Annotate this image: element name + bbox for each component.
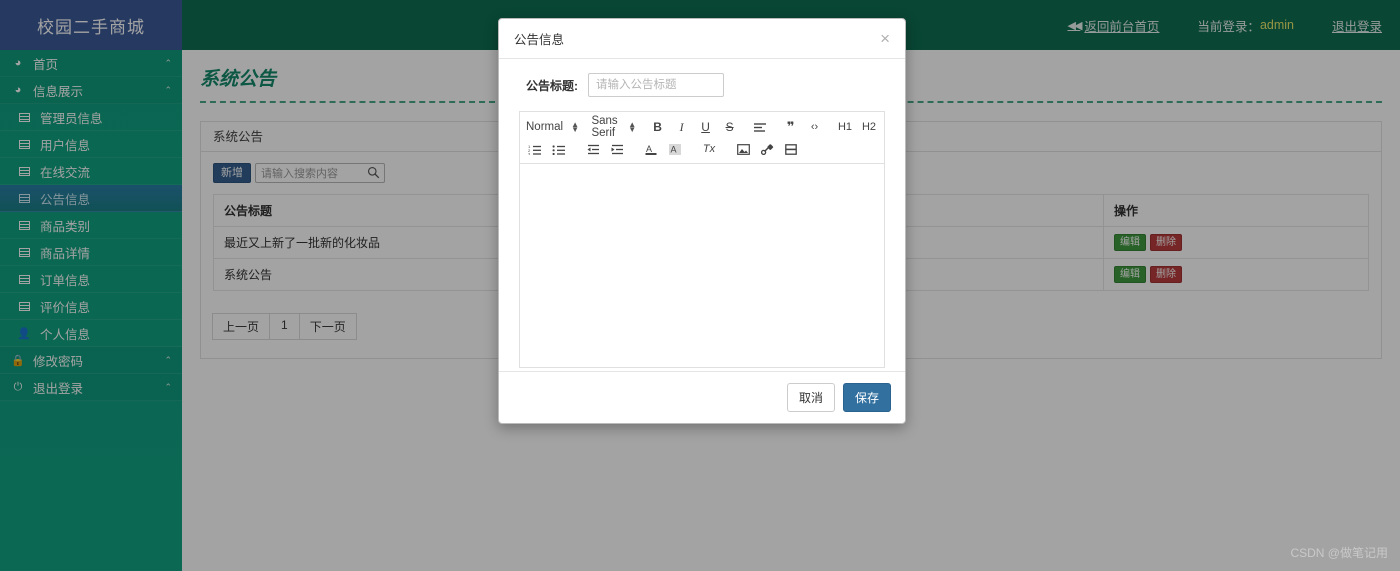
bullet-list-icon[interactable]	[548, 140, 570, 158]
align-icon[interactable]	[749, 118, 771, 136]
text-color-icon[interactable]: A	[640, 140, 662, 158]
indent-icon[interactable]	[606, 140, 628, 158]
announcement-title-label: 公告标题:	[526, 78, 578, 93]
save-button[interactable]: 保存	[842, 383, 891, 412]
outdent-glyph	[587, 144, 599, 154]
align-left-glyph	[754, 122, 767, 132]
editor-content-area[interactable]	[519, 164, 885, 368]
strike-icon[interactable]: S	[719, 118, 741, 136]
image-icon[interactable]	[732, 140, 754, 158]
modal-body: 公告标题: Normal ▲▼ Sans Serif ▲▼	[499, 59, 905, 368]
font-picker[interactable]: Sans Serif ▲ ▼	[588, 115, 639, 139]
rich-text-editor: Normal ▲ ▼ Sans Serif ▲ ▼ B I U S ❞ ‹› H…	[519, 111, 885, 368]
chevron-updown-icon: ▲ ▼	[571, 120, 579, 134]
bullet-list-glyph	[552, 144, 565, 155]
announcement-title-input[interactable]	[588, 73, 724, 97]
video-icon[interactable]	[780, 140, 802, 158]
header-2-icon[interactable]: H2	[858, 118, 880, 136]
text-color-glyph: A	[645, 144, 657, 155]
svg-text:A: A	[671, 144, 677, 154]
header-picker[interactable]: Normal ▲ ▼	[523, 120, 582, 134]
modal-header: 公告信息 ×	[499, 19, 905, 59]
bold-icon[interactable]: B	[647, 118, 669, 136]
header-picker-label: Normal	[526, 121, 564, 133]
blockquote-icon[interactable]: ❞	[780, 118, 802, 136]
code-block-icon[interactable]: ‹›	[804, 118, 826, 136]
underline-icon[interactable]: U	[695, 118, 717, 136]
background-color-icon[interactable]: A	[664, 140, 686, 158]
image-glyph	[736, 143, 750, 155]
chevron-updown-icon: ▲ ▼	[628, 120, 637, 134]
link-glyph	[760, 143, 773, 155]
svg-text:A: A	[646, 144, 652, 154]
announcement-title-field-row: 公告标题:	[509, 73, 895, 97]
link-icon[interactable]	[756, 140, 778, 158]
italic-icon[interactable]: I	[671, 118, 693, 136]
close-icon[interactable]: ×	[880, 30, 890, 47]
background-color-glyph: A	[669, 143, 681, 155]
ordered-list-glyph: 1 2 3	[528, 144, 541, 155]
modal-footer: 取消 保存	[499, 371, 905, 423]
watermark: CSDN @做笔记用	[1290, 546, 1388, 560]
announcement-modal: 公告信息 × 公告标题: Normal ▲▼ Sans S	[498, 18, 906, 424]
editor-toolbar: Normal ▲ ▼ Sans Serif ▲ ▼ B I U S ❞ ‹› H…	[519, 111, 885, 164]
svg-text:3: 3	[528, 151, 531, 155]
editor-toolbar-row-2: 1 2 3 A A Tx	[523, 139, 881, 159]
ordered-list-icon[interactable]: 1 2 3	[524, 140, 546, 158]
clean-format-icon[interactable]: Tx	[698, 140, 720, 158]
outdent-icon[interactable]	[582, 140, 604, 158]
cancel-button[interactable]: 取消	[786, 383, 835, 412]
indent-glyph	[611, 144, 623, 154]
video-glyph	[785, 143, 797, 155]
editor-toolbar-row-1: Normal ▲ ▼ Sans Serif ▲ ▼ B I U S ❞ ‹› H…	[523, 115, 881, 139]
font-picker-label: Sans Serif	[591, 115, 618, 139]
app-root: 校园二手商城 ◕ 首页 ⌃ ◕ 信息展示 ⌃ 管理员信息 用户信息 在线交流 公告信息 商品类别 商品…	[0, 0, 1400, 571]
modal-title: 公告信息	[514, 33, 565, 47]
header-1-icon[interactable]: H1	[834, 118, 856, 136]
